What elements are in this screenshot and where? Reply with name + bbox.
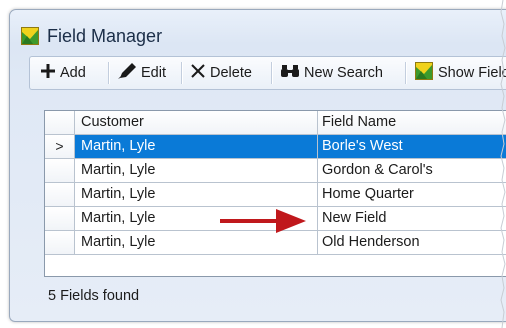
field-name-cell[interactable]: Old Henderson <box>318 231 506 255</box>
customer-cell[interactable]: Martin, Lyle <box>75 183 318 207</box>
table-row[interactable]: Martin, Lyle Home Quarter <box>45 183 506 207</box>
row-selector[interactable] <box>45 183 75 207</box>
grid-corner-cell <box>45 111 75 135</box>
row-selector[interactable] <box>45 207 75 231</box>
column-header-field-name-label: Field Name <box>322 114 397 130</box>
field-manager-icon <box>21 27 39 45</box>
show-fields-button[interactable]: Show Field <box>415 57 506 89</box>
title-bar: Field Manager <box>10 10 506 46</box>
add-label: Add <box>60 65 86 81</box>
column-header-field-name[interactable]: Field Name <box>318 111 506 135</box>
customer-cell[interactable]: Martin, Lyle <box>75 231 318 255</box>
status-text: 5 Fields found <box>48 288 140 304</box>
plus-icon <box>41 64 55 82</box>
red-arrow-icon <box>220 209 306 233</box>
field-name-cell[interactable]: Borle's West <box>318 135 506 159</box>
x-icon <box>191 64 205 82</box>
new-search-label: New Search <box>304 65 383 81</box>
toolbar-separator <box>108 62 110 84</box>
customer-cell[interactable]: Martin, Lyle <box>75 159 318 183</box>
show-fields-icon <box>415 62 433 84</box>
delete-button[interactable]: Delete <box>191 57 252 89</box>
show-fields-label: Show Field <box>438 65 506 81</box>
toolbar-separator <box>271 62 273 84</box>
edit-label: Edit <box>141 65 166 81</box>
row-selector[interactable] <box>45 231 75 255</box>
add-button[interactable]: Add <box>41 57 86 89</box>
torn-edge <box>500 0 506 328</box>
table-row[interactable]: > Martin, Lyle Borle's West <box>45 135 506 159</box>
new-search-button[interactable]: New Search <box>281 57 383 89</box>
edit-button[interactable]: Edit <box>118 57 166 89</box>
table-row[interactable]: Martin, Lyle Old Henderson <box>45 231 506 255</box>
field-name-cell[interactable]: Home Quarter <box>318 183 506 207</box>
field-name-cell[interactable]: Gordon & Carol's <box>318 159 506 183</box>
row-selector[interactable]: > <box>45 135 75 159</box>
toolbar-separator <box>405 62 407 84</box>
table-row[interactable]: Martin, Lyle Gordon & Carol's <box>45 159 506 183</box>
customer-cell[interactable]: Martin, Lyle <box>75 135 318 159</box>
canvas: Field Manager Add Edit Delete New Search… <box>0 0 506 328</box>
delete-label: Delete <box>210 65 252 81</box>
fields-grid: Customer ▲ Field Name > Martin, Lyle Bor… <box>44 110 506 277</box>
binoculars-icon <box>281 64 299 82</box>
toolbar-separator <box>181 62 183 84</box>
column-header-customer[interactable]: Customer ▲ <box>75 111 318 135</box>
window-title: Field Manager <box>47 26 163 46</box>
row-selector[interactable] <box>45 159 75 183</box>
toolbar: Add Edit Delete New Search Show Field <box>29 56 506 90</box>
column-header-customer-label: Customer <box>81 114 144 130</box>
field-name-cell[interactable]: New Field <box>318 207 506 231</box>
pencil-icon <box>118 63 136 83</box>
grid-header-row: Customer ▲ Field Name <box>45 111 506 135</box>
